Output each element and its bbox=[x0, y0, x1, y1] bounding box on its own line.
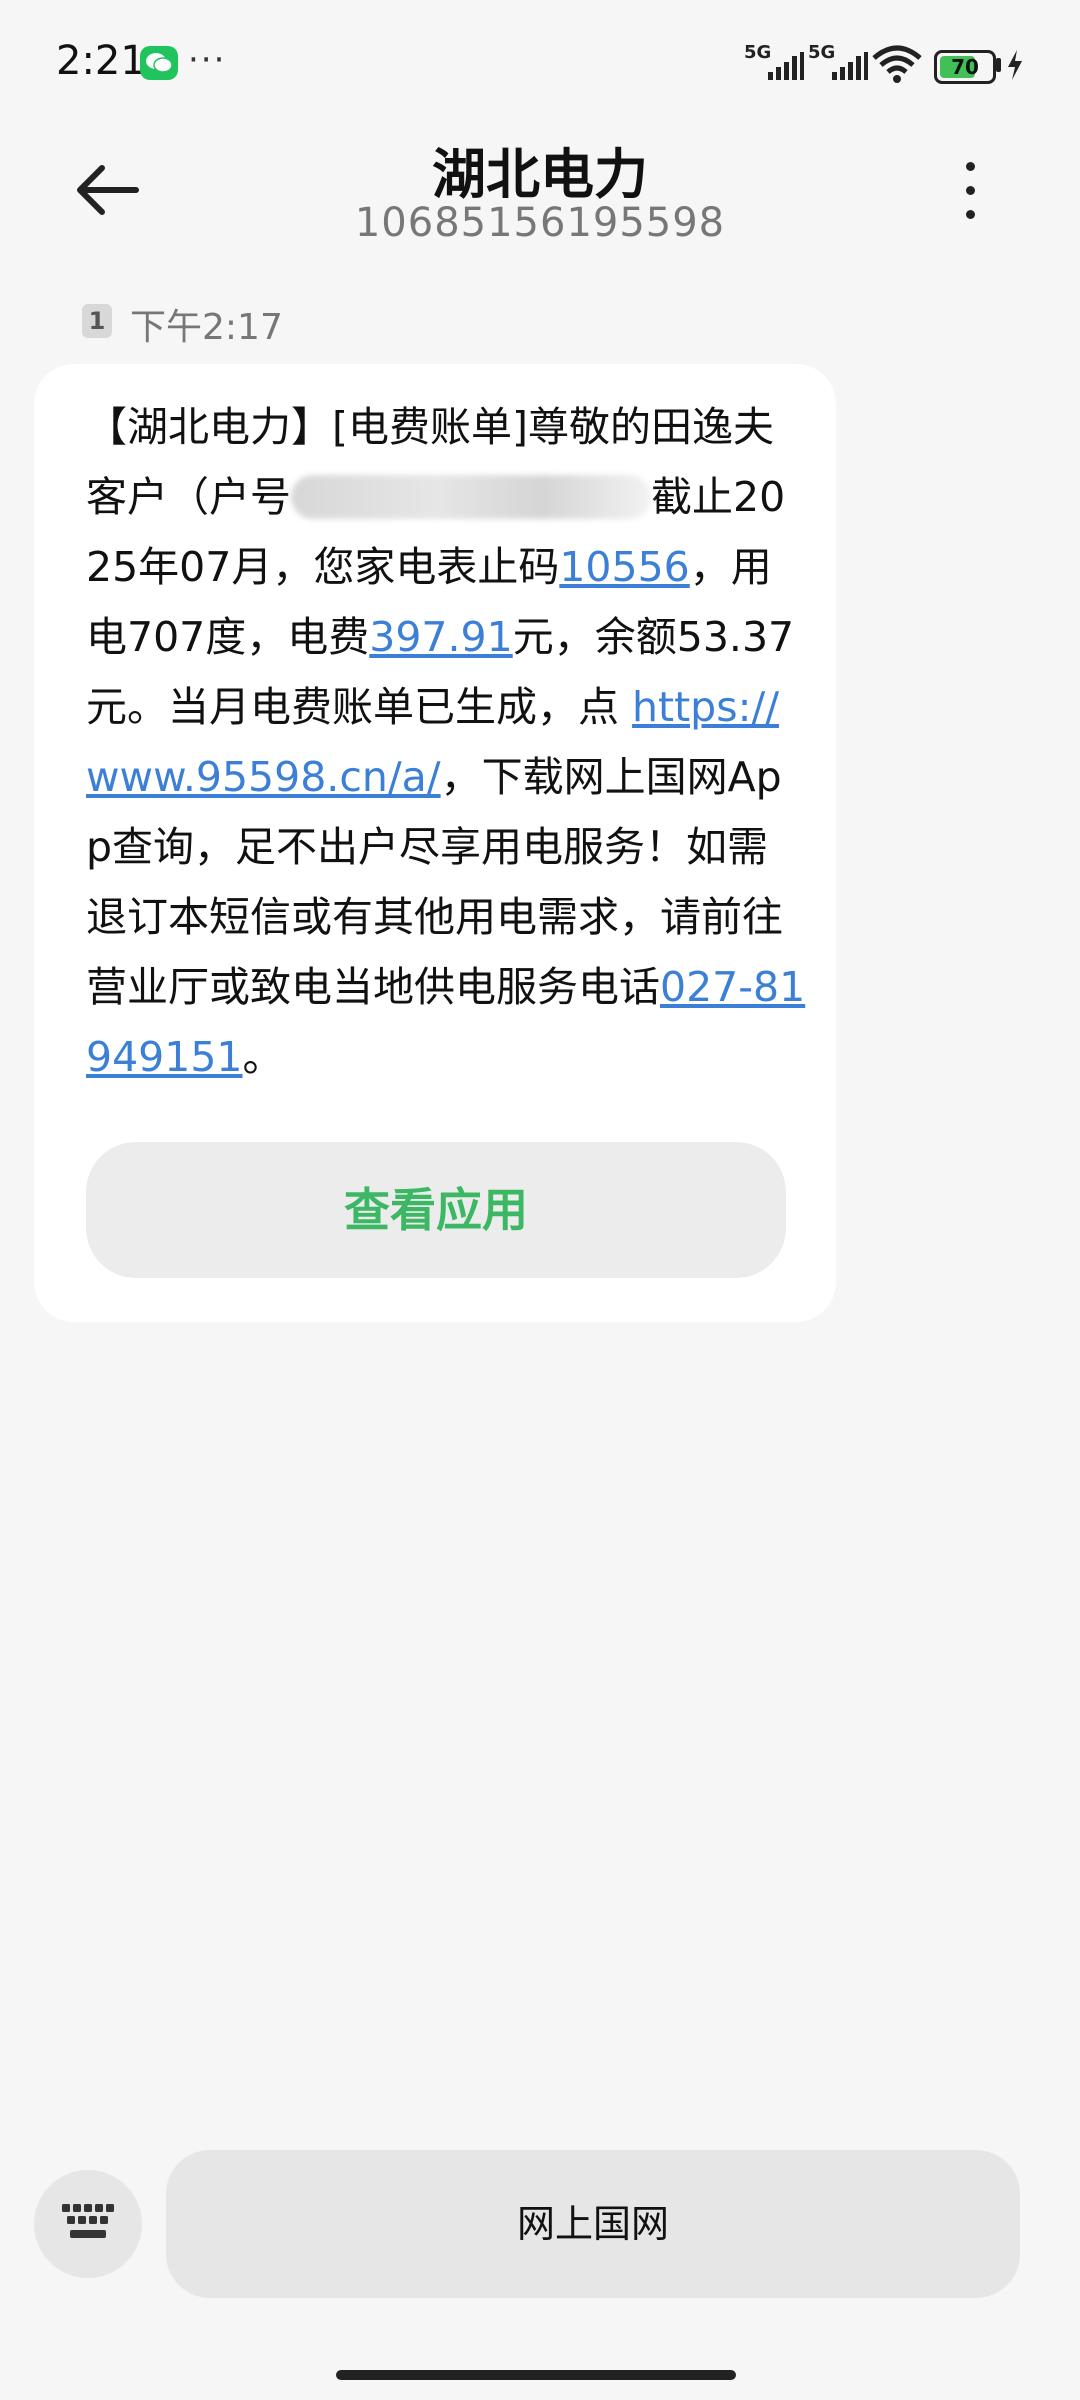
home-indicator[interactable] bbox=[336, 2370, 736, 2380]
meter-reading-link[interactable]: 10556 bbox=[559, 543, 689, 591]
battery-level: 70 bbox=[951, 55, 979, 79]
wifi-icon bbox=[872, 45, 922, 83]
contact-name: 湖北电力 bbox=[432, 143, 648, 206]
message-text: 【湖北电力】[电费账单]尊敬的田逸夫客户（户号 截止2025年07月，您家电表止码… bbox=[86, 392, 806, 1092]
quick-reply-button[interactable]: 网上国网 bbox=[166, 2150, 1020, 2298]
redacted-account-number bbox=[291, 475, 651, 519]
fee-amount-link[interactable]: 397.91 bbox=[369, 613, 512, 661]
battery-cap bbox=[996, 58, 1001, 72]
contact-number: 10685156195598 bbox=[354, 200, 726, 246]
battery-icon: 70 bbox=[934, 50, 996, 84]
message-bubble[interactable]: 【湖北电力】[电费账单]尊敬的田逸夫客户（户号 截止2025年07月，您家电表止码… bbox=[34, 364, 836, 1322]
more-options-icon-dot bbox=[966, 210, 975, 219]
wechat-icon bbox=[140, 46, 178, 80]
more-options-icon bbox=[966, 162, 975, 171]
sim-badge: 1 bbox=[82, 304, 112, 338]
status-bar: 2:21 ··· 5G 5G 70 bbox=[0, 0, 1080, 130]
more-options-icon-dot bbox=[966, 186, 975, 195]
keyboard-button[interactable] bbox=[34, 2170, 142, 2278]
charging-icon bbox=[1008, 50, 1022, 80]
status-time: 2:21 bbox=[56, 38, 146, 84]
more-notifications-icon: ··· bbox=[188, 40, 227, 80]
message-time: 下午2:17 bbox=[130, 307, 283, 348]
message-text-part: 。 bbox=[242, 1033, 284, 1081]
keyboard-icon bbox=[62, 2204, 114, 2238]
view-app-button[interactable]: 查看应用 bbox=[86, 1142, 786, 1278]
more-options-button[interactable] bbox=[940, 150, 1000, 230]
